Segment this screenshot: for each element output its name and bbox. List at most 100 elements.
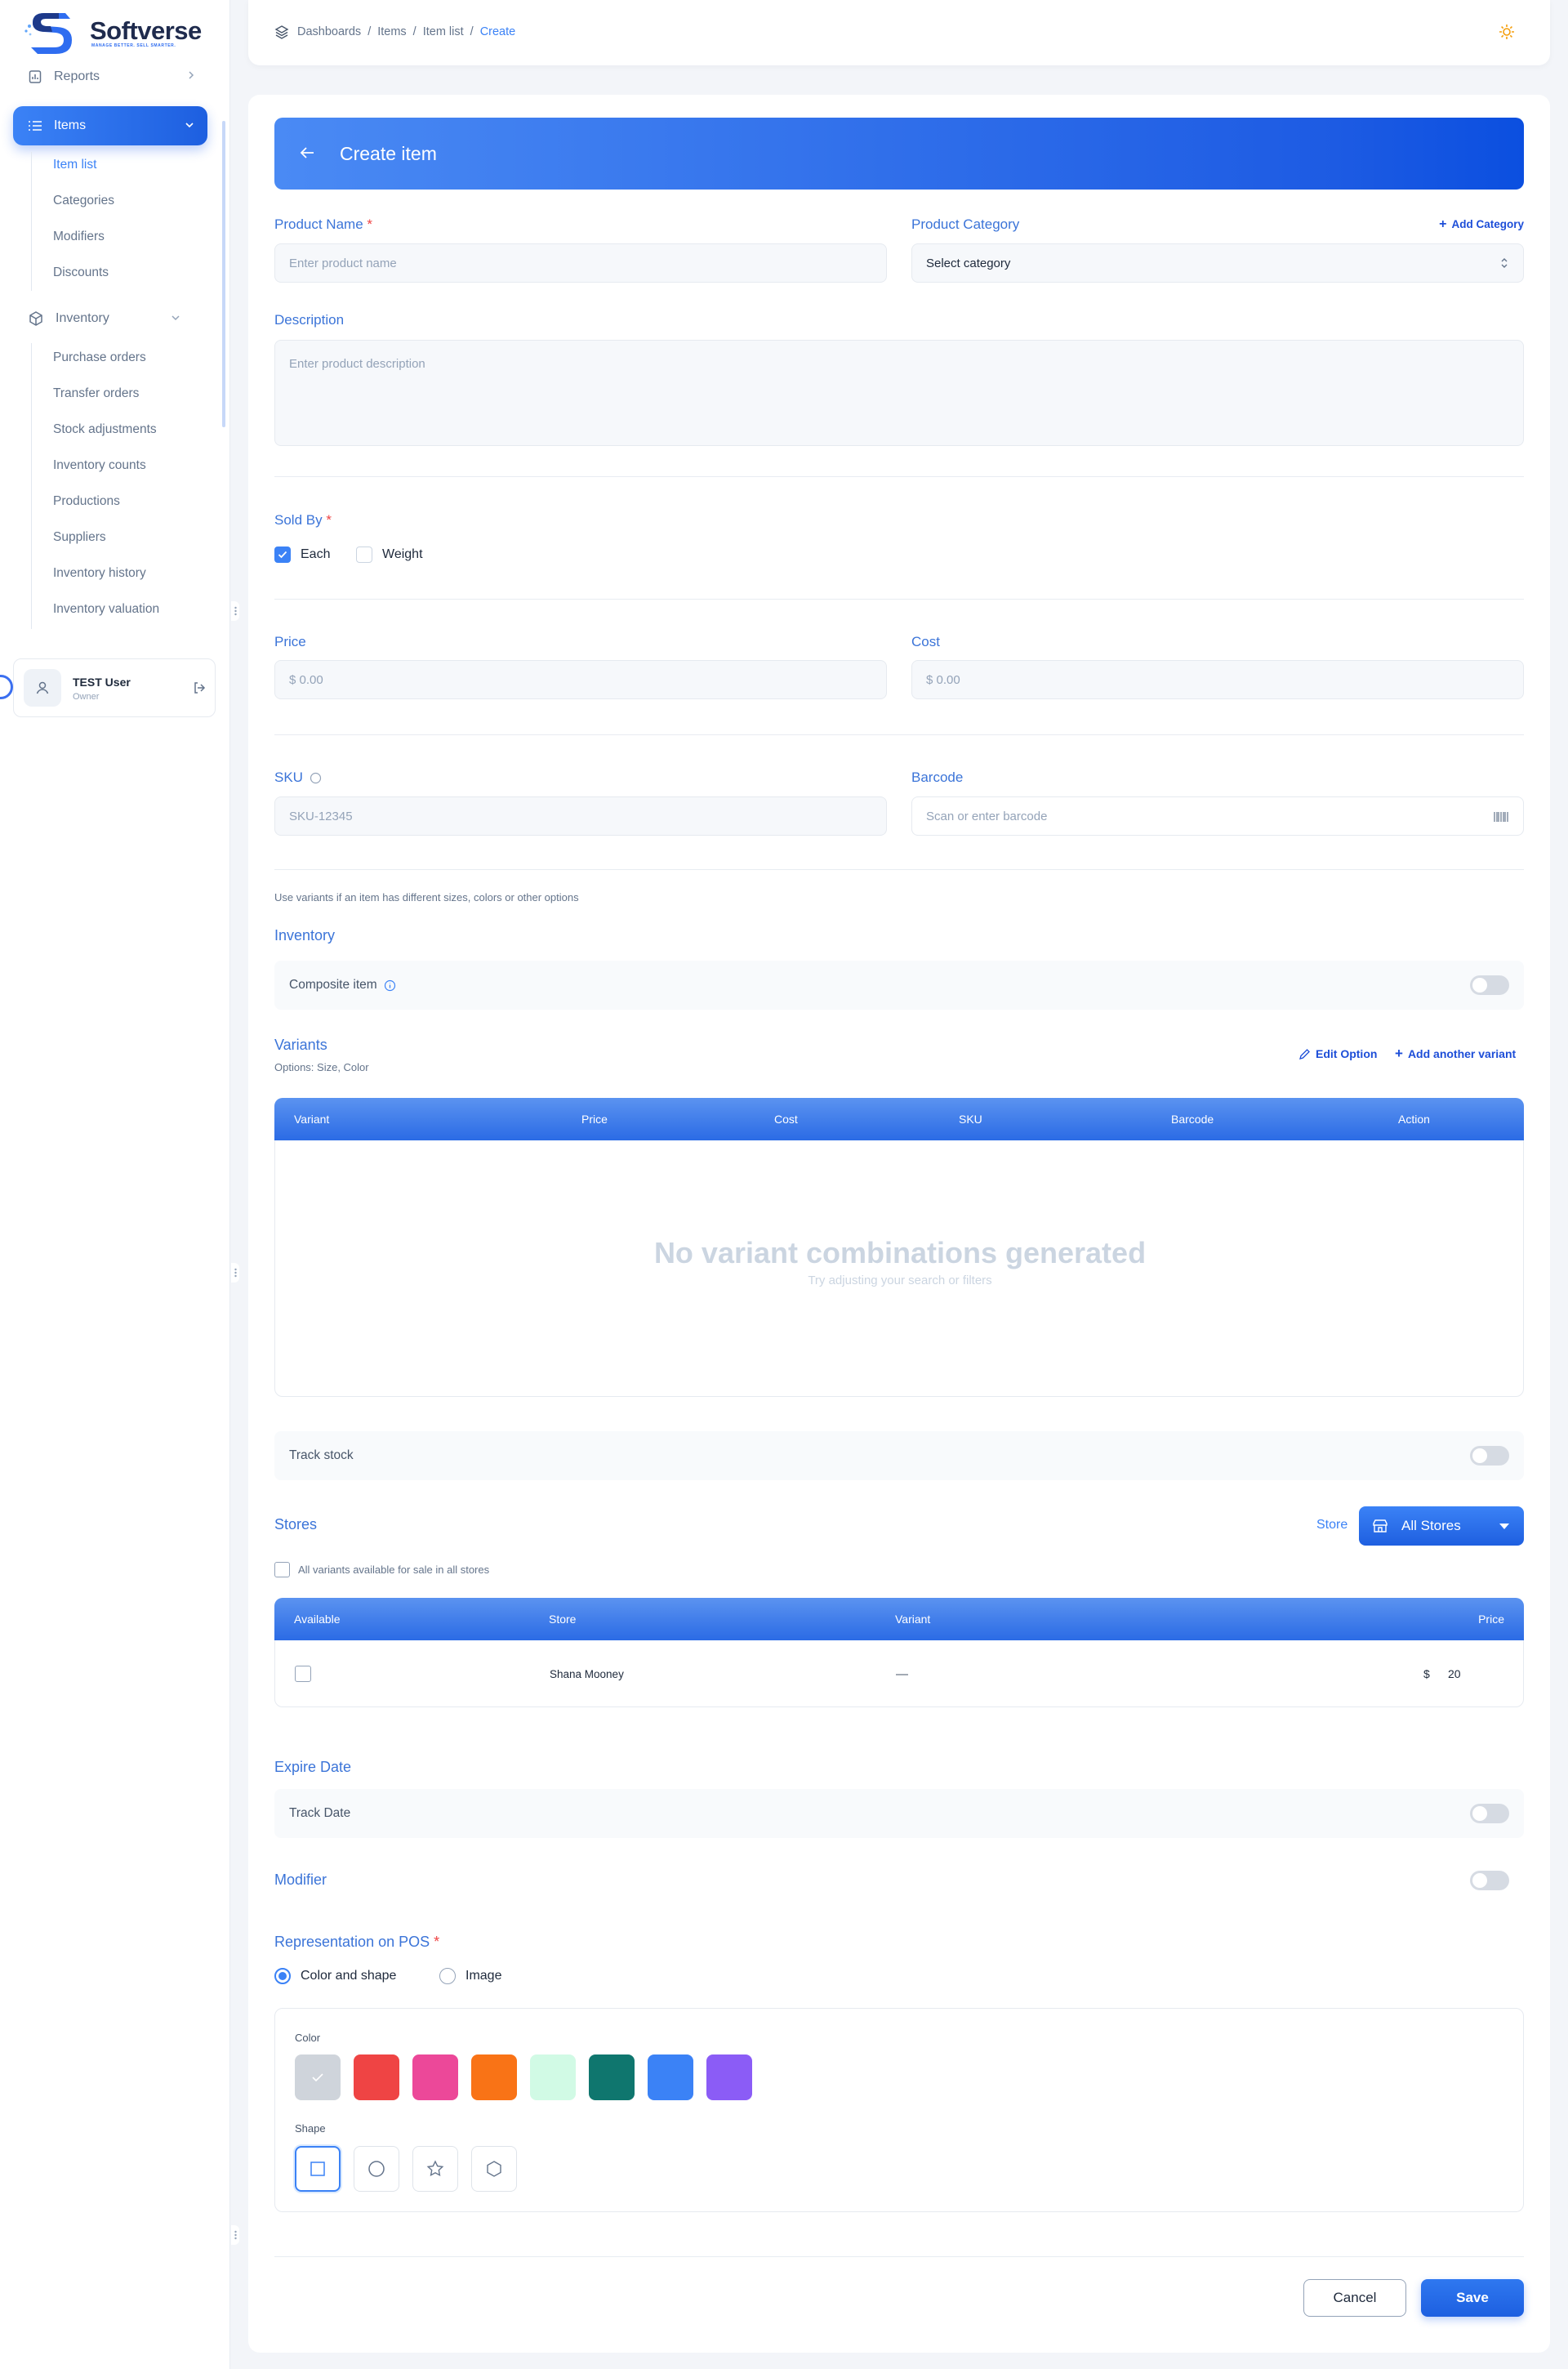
info-icon[interactable] — [384, 979, 396, 992]
sidebar-sub-item-list[interactable]: Item list — [53, 158, 96, 172]
add-variant-link[interactable]: + Add another variant — [1395, 1046, 1516, 1061]
empty-state-subtitle: Try adjusting your search or filters — [808, 1274, 992, 1287]
all-available-checkbox-row[interactable]: All variants available for sale in all s… — [274, 1562, 489, 1577]
checkbox-unchecked[interactable] — [274, 1562, 290, 1577]
star-icon — [426, 2160, 444, 2178]
hexagon-icon — [485, 2160, 503, 2178]
column-header: Variant — [294, 1113, 330, 1126]
logout-icon[interactable] — [192, 680, 207, 695]
color-label: Color — [295, 2032, 321, 2044]
variants-table-header: Variant Price Cost SKU Barcode Action — [274, 1098, 1524, 1140]
collapse-handle[interactable] — [231, 601, 239, 621]
sidebar-sub-inventory-history[interactable]: Inventory history — [53, 566, 146, 581]
product-category-select[interactable]: Select category — [911, 243, 1524, 283]
store-price-input[interactable]: 20 — [1448, 1667, 1461, 1680]
color-swatch-selected[interactable] — [295, 2054, 341, 2100]
sun-icon[interactable] — [1498, 23, 1516, 41]
sidebar-sub-purchase-orders[interactable]: Purchase orders — [53, 350, 146, 365]
user-icon — [34, 680, 51, 696]
plus-icon: + — [1439, 216, 1447, 231]
stores-table: Available Store Variant Price Shana Moon… — [274, 1598, 1524, 1707]
sold-by-weight[interactable]: Weight — [356, 547, 423, 563]
shape-option-hexagon[interactable] — [471, 2146, 517, 2192]
composite-item-toggle[interactable] — [1470, 975, 1509, 995]
sidebar-sub-productions[interactable]: Productions — [53, 494, 120, 509]
color-swatch[interactable] — [648, 2054, 693, 2100]
color-swatch[interactable] — [589, 2054, 635, 2100]
description-textarea[interactable]: Enter product description — [274, 340, 1524, 446]
track-stock-toggle[interactable] — [1470, 1446, 1509, 1466]
color-swatch[interactable] — [412, 2054, 458, 2100]
brand-logo-icon — [23, 7, 80, 57]
create-item-card: Create item Product Name * Enter product… — [248, 95, 1550, 2353]
page-title: Create item — [340, 143, 437, 164]
cost-input[interactable]: $ 0.00 — [911, 660, 1524, 699]
product-name-label: Product Name * — [274, 216, 373, 232]
radio-unselected[interactable] — [439, 1968, 456, 1984]
breadcrumb-item-list[interactable]: Item list — [423, 25, 464, 38]
page-header: Create item — [274, 118, 1524, 190]
plus-icon: + — [1395, 1046, 1403, 1061]
radio-color-and-shape[interactable]: Color and shape — [274, 1968, 396, 1984]
sidebar-sub-inventory-counts[interactable]: Inventory counts — [53, 458, 146, 473]
store-select-button[interactable]: All Stores — [1359, 1506, 1524, 1546]
available-checkbox[interactable] — [295, 1666, 311, 1682]
breadcrumb-dashboards[interactable]: Dashboards — [297, 25, 361, 38]
stores-title: Stores — [274, 1516, 318, 1532]
checkbox-checked[interactable] — [274, 547, 291, 563]
sidebar-scrollbar[interactable] — [222, 121, 225, 427]
checkbox-unchecked[interactable] — [356, 547, 372, 563]
sidebar-item-inventory[interactable]: Inventory — [28, 309, 195, 328]
product-name-input[interactable]: Enter product name — [274, 243, 887, 283]
sidebar-sub-inventory-valuation[interactable]: Inventory valuation — [53, 602, 159, 617]
price-input[interactable]: $ 0.00 — [274, 660, 887, 699]
shape-option-star[interactable] — [412, 2146, 458, 2192]
column-header: Available — [294, 1613, 341, 1626]
color-swatch[interactable] — [354, 2054, 399, 2100]
shape-option-square[interactable] — [295, 2146, 341, 2192]
resize-handle[interactable] — [231, 1263, 239, 1283]
user-card[interactable]: TEST User Owner — [13, 658, 216, 717]
shape-option-circle[interactable] — [354, 2146, 399, 2192]
modifier-toggle[interactable] — [1470, 1871, 1509, 1890]
submenu-line — [31, 152, 32, 291]
edit-option-link[interactable]: Edit Option — [1298, 1047, 1377, 1060]
breadcrumb-sep: / — [368, 25, 372, 38]
inventory-title: Inventory — [274, 927, 336, 944]
breadcrumb-sep: / — [470, 25, 474, 38]
grip-icon — [234, 606, 237, 616]
save-button[interactable]: Save — [1421, 2279, 1524, 2317]
breadcrumb-items[interactable]: Items — [377, 25, 406, 38]
check-icon — [311, 2072, 324, 2082]
sidebar-sub-suppliers[interactable]: Suppliers — [53, 530, 106, 545]
column-header: Cost — [774, 1113, 798, 1126]
track-stock-row: Track stock — [274, 1431, 1524, 1480]
color-swatch[interactable] — [471, 2054, 517, 2100]
sold-by-each[interactable]: Each — [274, 547, 330, 563]
sku-input[interactable]: SKU-12345 — [274, 796, 887, 836]
sidebar-sub-transfer-orders[interactable]: Transfer orders — [53, 386, 139, 401]
description-label: Description — [274, 312, 345, 328]
resize-handle[interactable] — [231, 2225, 239, 2245]
representation-title: Representation on POS * — [274, 1934, 440, 1950]
column-header: Action — [1398, 1113, 1430, 1126]
color-swatches — [295, 2054, 752, 2100]
info-icon[interactable] — [310, 772, 322, 784]
add-category-link[interactable]: + Add Category — [1439, 216, 1524, 231]
barcode-input[interactable]: Scan or enter barcode — [911, 796, 1524, 836]
radio-selected[interactable] — [274, 1968, 291, 1984]
barcode-icon[interactable] — [1494, 811, 1508, 823]
sidebar-item-reports[interactable]: Reports — [28, 67, 195, 87]
sidebar-item-label: Inventory — [56, 311, 109, 325]
color-swatch[interactable] — [530, 2054, 576, 2100]
back-arrow-icon[interactable] — [299, 145, 315, 160]
color-swatch[interactable] — [706, 2054, 752, 2100]
sidebar-sub-discounts[interactable]: Discounts — [53, 265, 109, 280]
sidebar-item-items[interactable]: Items — [13, 106, 207, 145]
track-date-toggle[interactable] — [1470, 1804, 1509, 1823]
sidebar-sub-stock-adjustments[interactable]: Stock adjustments — [53, 422, 157, 437]
radio-image[interactable]: Image — [439, 1968, 501, 1984]
sidebar-sub-categories[interactable]: Categories — [53, 194, 114, 208]
sidebar-sub-modifiers[interactable]: Modifiers — [53, 230, 105, 244]
cancel-button[interactable]: Cancel — [1303, 2279, 1406, 2317]
